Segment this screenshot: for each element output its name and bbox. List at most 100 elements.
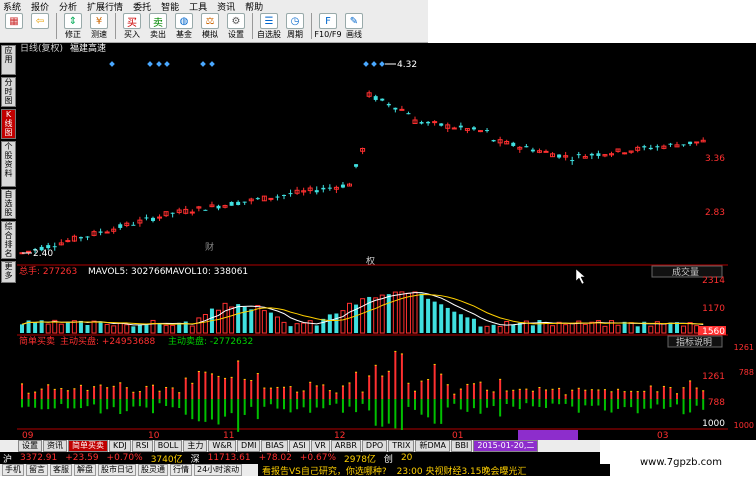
sz-pct: +0.67% xyxy=(299,453,337,463)
mouse-cursor-icon xyxy=(575,268,586,285)
left-tab-3[interactable]: 个股资料 xyxy=(1,141,16,187)
menu-item-7[interactable]: 资讯 xyxy=(217,0,235,13)
menu-item-3[interactable]: 扩展行情 xyxy=(87,0,123,13)
indicator-tab-9[interactable]: BIAS xyxy=(261,440,288,452)
news-item-1[interactable]: 看报告VS自己研究，你选哪种? xyxy=(262,464,387,477)
candle-body xyxy=(688,141,693,145)
indicator-tab-13[interactable]: DPO xyxy=(361,440,388,452)
toolbar-button-3[interactable]: ¥ 测速 xyxy=(87,13,111,40)
toolbar-button-0[interactable]: ▦ xyxy=(2,13,26,30)
event-mark-quan: 权 xyxy=(366,255,375,267)
volume-bar xyxy=(589,321,595,334)
volume-bar xyxy=(196,317,202,334)
menu-item-5[interactable]: 智能 xyxy=(161,0,179,13)
chart-title-tag: 日线(复权) xyxy=(20,43,63,54)
footer-button-0[interactable]: 手机 xyxy=(2,464,24,476)
left-tab-2[interactable]: K线图 xyxy=(1,109,16,139)
x-axis-label: 12 xyxy=(334,431,345,440)
toolbar-button-5[interactable]: 卖卖出 xyxy=(146,13,170,40)
candle-body xyxy=(46,245,51,249)
candle-body xyxy=(570,160,575,162)
candle-body xyxy=(530,149,535,152)
volume-bar xyxy=(412,291,418,334)
x-axis-label: 11 xyxy=(223,431,234,440)
volume-bar xyxy=(471,318,476,333)
fund-icon: ◍ xyxy=(175,13,193,29)
volume-bar xyxy=(85,324,90,333)
news-item-2[interactable]: 23:00 央视财经3.15晚会曝光汇 xyxy=(397,464,527,477)
menu-item-8[interactable]: 帮助 xyxy=(245,0,263,13)
footer-button-4[interactable]: 股市日记 xyxy=(98,464,136,476)
sh-label: 沪 xyxy=(3,454,13,465)
footer-button-2[interactable]: 客服 xyxy=(50,464,72,476)
footer-button-7[interactable]: 24小时滚动 xyxy=(194,464,243,476)
event-marker xyxy=(164,61,170,67)
candle-body xyxy=(589,153,594,156)
toolbar-label: 修正 xyxy=(65,30,81,39)
chart-canvas[interactable]: 日线(复权) 福建高速总手: 277263 MAVOL5: 302766 MAVOL1… xyxy=(0,42,728,441)
vol-dropdown-label: 成交量 xyxy=(672,266,699,278)
volume-bar xyxy=(170,324,176,334)
volume-bar xyxy=(137,324,142,333)
yuan-icon: ¥ xyxy=(90,13,108,29)
menu-item-1[interactable]: 报价 xyxy=(31,0,49,13)
left-tab-5[interactable]: 综合排名 xyxy=(1,221,16,259)
menu-item-6[interactable]: 工具 xyxy=(189,0,207,13)
left-tab-6[interactable]: 更多 xyxy=(1,261,16,283)
indicator-tab-10[interactable]: ASI xyxy=(288,440,310,452)
indicator-tab-4[interactable]: RSI xyxy=(131,440,153,452)
toolbar-label: 测速 xyxy=(91,30,107,39)
candle-body xyxy=(648,147,653,150)
sh-change: +23.59 xyxy=(65,453,99,463)
toolbar-button-11[interactable]: F F10/F9 xyxy=(314,13,342,40)
footer-button-1[interactable]: 留言 xyxy=(26,464,48,476)
toolbar-button-12[interactable]: ✎ 画线 xyxy=(342,13,366,40)
menu-item-0[interactable]: 系统 xyxy=(3,0,21,13)
toolbar-button-1[interactable]: ⇦ xyxy=(28,13,52,30)
indicator-tab-14[interactable]: TRIX xyxy=(388,440,415,452)
indicator-tab-3[interactable]: KDJ xyxy=(109,440,131,452)
toolbar-button-8[interactable]: ⚙ 设置 xyxy=(224,13,248,40)
news-scroll[interactable]: 看报告VS自己研究，你选哪种? 23:00 央视财经3.15晚会曝光汇 xyxy=(258,464,610,477)
indicator-tab-8[interactable]: DMI xyxy=(237,440,261,452)
indicator-tab-6[interactable]: 主力 xyxy=(183,440,208,452)
indicator-tab-7[interactable]: W&R xyxy=(208,440,237,452)
x-axis-label: 03 xyxy=(657,431,668,440)
toolbar-button-10[interactable]: ◷ 周期 xyxy=(283,13,307,40)
candle-body xyxy=(543,150,549,153)
candle-body xyxy=(471,127,476,130)
volume-bar xyxy=(504,321,510,334)
menu-item-4[interactable]: 委托 xyxy=(133,0,151,13)
right-axis-label: 1261 xyxy=(734,343,754,352)
footer-button-6[interactable]: 行情 xyxy=(170,464,192,476)
volume-bar xyxy=(117,322,123,334)
footer-button-3[interactable]: 解盘 xyxy=(74,464,96,476)
left-tab-bar: 应用分时图 K线图个股资料自选股综合排名更多 xyxy=(0,43,17,298)
toolbar-button-2[interactable]: ⇕ 修正 xyxy=(61,13,85,40)
footer-button-5[interactable]: 股灵通 xyxy=(138,464,168,476)
indicator-tab-16[interactable]: BBI xyxy=(451,440,473,452)
volume-bar xyxy=(563,324,569,334)
toolbar-button-4[interactable]: 买买入 xyxy=(120,13,144,40)
indicator-tab-11[interactable]: VR xyxy=(310,440,330,452)
toolbar-button-7[interactable]: ⚖ 模拟 xyxy=(198,13,222,40)
toolbar-label: 模拟 xyxy=(202,30,218,39)
volume-bar xyxy=(615,324,621,334)
x-axis-label: 10 xyxy=(148,431,160,440)
indicator-tab-1[interactable]: 资讯 xyxy=(43,440,67,452)
indicator-tab-0[interactable]: 设置 xyxy=(18,440,42,452)
menu-item-2[interactable]: 分析 xyxy=(59,0,77,13)
toolbar-button-6[interactable]: ◍ 基金 xyxy=(172,13,196,40)
left-tab-0[interactable]: 应用 xyxy=(1,45,16,75)
volume-bar xyxy=(150,319,156,334)
kline-chart-panel[interactable]: 日线(复权) 福建高速 总手: 277263 MAVOL5: 302766 MAVOL1… xyxy=(0,42,728,441)
left-tab-4[interactable]: 自选股 xyxy=(1,189,16,219)
toolbar-button-9[interactable]: ☰ 自选股 xyxy=(257,13,281,40)
left-tab-1[interactable]: 分时图 xyxy=(1,77,16,107)
volume-bar xyxy=(386,294,391,333)
indicator-tab-12[interactable]: ARBR xyxy=(330,440,361,452)
indicator-tab-15[interactable]: 新DMA xyxy=(415,440,451,452)
candle-body xyxy=(189,211,195,214)
indicator-tab-5[interactable]: BOLL xyxy=(153,440,183,452)
indicator-tab-2[interactable]: 简单买卖 xyxy=(68,440,108,452)
